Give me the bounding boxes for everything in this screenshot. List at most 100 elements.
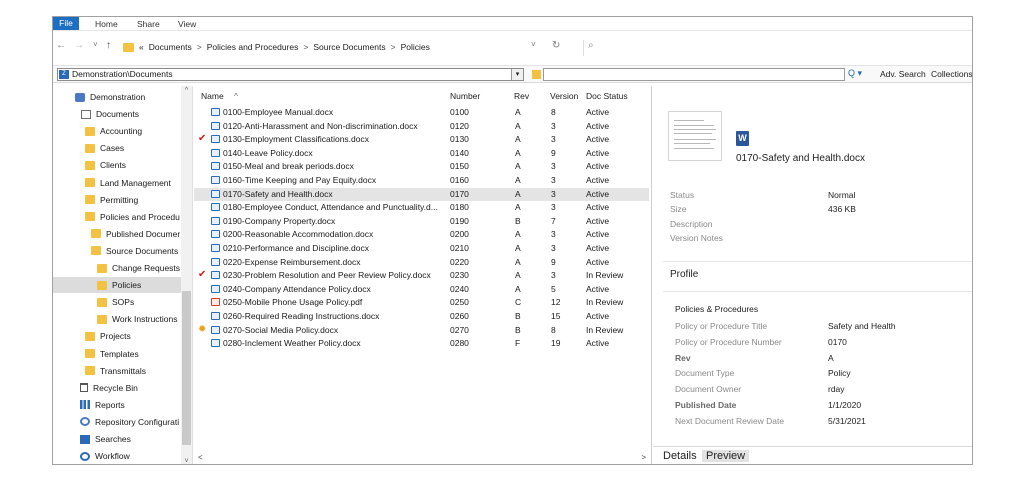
tree-item-documents[interactable]: Documents [53, 106, 181, 122]
file-row[interactable]: ✔ 0130-Employment Classifications.docx 013… [194, 133, 649, 147]
tree-item-source-documents[interactable]: Source Documents [53, 243, 181, 259]
forward-arrow-icon[interactable]: → [74, 40, 84, 51]
tree-item-policies-and-procedu[interactable]: Policies and Procedu [53, 209, 181, 225]
ribbon-tab-share[interactable]: Share [137, 18, 160, 30]
ribbon-tab-file[interactable]: File [53, 17, 79, 30]
tree-item-label: Published Documer [106, 228, 181, 239]
file-row[interactable]: ✹ 0270-Social Media Policy.docx 0270 B 8 In R… [194, 324, 649, 338]
file-row[interactable]: 0180-Employee Conduct, Attendance and Pu… [194, 201, 649, 215]
file-row[interactable]: 0260-Required Reading Instructions.docx 0… [194, 310, 649, 324]
scroll-up-icon[interactable]: ^ [181, 87, 192, 94]
breadcrumb-source-documents[interactable]: Source Documents [313, 42, 385, 52]
address-breadcrumb[interactable]: « Documents > Policies and Procedures > … [123, 38, 551, 56]
profile-header: Profile [670, 269, 699, 280]
tree-item-label: Templates [100, 348, 139, 359]
horizontal-scrollbar[interactable]: < > [194, 453, 650, 464]
ribbon-tab-home[interactable]: Home [95, 18, 118, 30]
file-row[interactable]: 0250-Mobile Phone Usage Policy.pdf 0250 C 1… [194, 296, 649, 310]
tree-item-clients[interactable]: Clients [53, 157, 181, 173]
tree-item-permitting[interactable]: Permitting [53, 192, 181, 208]
tree-item-label: Change Requests [112, 263, 181, 273]
folder-icon [85, 143, 95, 153]
scroll-right-icon[interactable]: > [641, 453, 646, 462]
breadcrumb-policies-and-procedures[interactable]: Policies and Procedures [207, 42, 299, 52]
tree-item-label: Work Instructions [112, 314, 178, 325]
ribbon-tab-view[interactable]: View [178, 18, 196, 30]
tab-details[interactable]: Details [659, 450, 701, 462]
scroll-down-icon[interactable]: ˅ [181, 458, 192, 464]
refresh-icon[interactable]: ↻ [552, 40, 560, 51]
file-row[interactable]: 0150-Meal and break periods.docx 0150 A 3 Ac… [194, 160, 649, 174]
tree-item-workflow[interactable]: Workflow [53, 448, 181, 464]
tree-item-accounting[interactable]: Accounting [53, 123, 181, 139]
search-options-icon[interactable]: Q ▾ [848, 68, 862, 79]
file-row[interactable]: 0100-Employee Manual.docx 0100 A 8 Active [194, 106, 649, 120]
column-header-name[interactable]: Name [201, 91, 224, 101]
file-rev: A [515, 188, 521, 199]
tree-item-repository-configurati[interactable]: Repository Configurati [53, 414, 181, 430]
file-row[interactable]: 0170-Safety and Health.docx 0170 A 3 Active [194, 187, 649, 202]
address-dropdown-icon[interactable]: ˅ [531, 40, 536, 49]
back-arrow-icon[interactable]: ← [56, 40, 66, 51]
file-row[interactable]: 0220-Expense Reimbursement.docx 0220 A 9 Act… [194, 256, 649, 270]
file-version: 3 [551, 229, 556, 240]
file-version: 3 [551, 161, 556, 172]
file-version: 5 [551, 283, 556, 294]
file-number: 0280 [450, 338, 469, 349]
column-header-doc-status[interactable]: Doc Status [586, 91, 628, 101]
file-row[interactable]: 0210-Performance and Discipline.docx 0210… [194, 242, 649, 256]
file-name-text: 0250-Mobile Phone Usage Policy.pdf [223, 297, 363, 308]
tree-item-searches[interactable]: Searches [53, 431, 181, 447]
tree-item-demonstration[interactable]: Demonstration [53, 89, 181, 105]
file-row[interactable]: ✔ 0230-Problem Resolution and Peer Review… [194, 269, 649, 283]
word-file-icon [211, 162, 220, 171]
tree-item-change-requests[interactable]: Change Requests [53, 260, 181, 276]
tree-item-recycle-bin[interactable]: Recycle Bin [53, 380, 181, 396]
folder-search-input[interactable]: ⌕ [583, 40, 972, 56]
recent-locations-icon[interactable]: ˅ [93, 40, 98, 49]
up-arrow-icon[interactable]: ↑ [106, 40, 111, 51]
tree-item-sops[interactable]: SOPs [53, 294, 181, 310]
column-header-rev[interactable]: Rev [514, 91, 529, 101]
tab-preview[interactable]: Preview [702, 450, 750, 462]
word-file-icon [211, 121, 220, 130]
vault-selector[interactable]: Z Demonstration\Documents ▾ [57, 68, 524, 81]
tree-item-published-documer[interactable]: Published Documer [53, 226, 181, 242]
adv-search-button[interactable]: Adv. Search [880, 69, 926, 79]
tree-item-reports[interactable]: Reports [53, 397, 181, 413]
tree-item-cases[interactable]: Cases [53, 140, 181, 156]
file-row[interactable]: 0120-Anti-Harassment and Non-discriminat… [194, 120, 649, 134]
scroll-left-icon[interactable]: < [198, 453, 203, 462]
tree-item-projects[interactable]: Projects [53, 328, 181, 344]
tree-item-policies[interactable]: Policies [53, 277, 181, 294]
tree-item-land-management[interactable]: Land Management [53, 175, 181, 191]
breadcrumb-policies[interactable]: Policies [401, 42, 430, 52]
tree-item-transmittals[interactable]: Transmittals [53, 363, 181, 379]
breadcrumb-documents[interactable]: Documents [149, 42, 192, 52]
divider [663, 291, 972, 292]
folder-tree: Demonstration Documents Accounting Cases Cli… [53, 86, 193, 464]
file-version: 3 [551, 134, 556, 145]
file-status: Active [586, 202, 610, 213]
tree-item-work-instructions[interactable]: Work Instructions [53, 311, 181, 327]
scrollbar-thumb[interactable] [182, 291, 191, 445]
quick-search-input[interactable] [543, 68, 845, 81]
file-status: Active [586, 161, 610, 172]
file-row[interactable]: 0160-Time Keeping and Pay Equity.docx 016… [194, 174, 649, 188]
file-row[interactable]: 0140-Leave Policy.docx 0140 A 9 Active [194, 147, 649, 161]
column-header-number[interactable]: Number [450, 91, 480, 101]
file-row[interactable]: 0190-Company Property.docx 0190 B 7 Active [194, 215, 649, 229]
file-version: 7 [551, 215, 556, 226]
breadcrumb-overflow[interactable]: « [139, 42, 144, 52]
file-row[interactable]: 0280-Inclement Weather Policy.docx 0280 F 1… [194, 337, 649, 351]
tree-scrollbar[interactable]: ^ ˅ [181, 86, 192, 464]
folder-icon [85, 160, 95, 170]
collections-button[interactable]: Collections [931, 69, 972, 79]
file-row[interactable]: 0200-Reasonable Accommodation.docx 0200 A 3… [194, 228, 649, 242]
file-status: Active [586, 243, 610, 253]
file-row[interactable]: 0240-Company Attendance Policy.docx 0240 A… [194, 283, 649, 297]
vault-dropdown-icon[interactable]: ▾ [511, 69, 523, 80]
tree-item-templates[interactable]: Templates [53, 346, 181, 362]
file-name-text: 0130-Employment Classifications.docx [223, 134, 369, 145]
column-header-version[interactable]: Version [550, 91, 578, 101]
